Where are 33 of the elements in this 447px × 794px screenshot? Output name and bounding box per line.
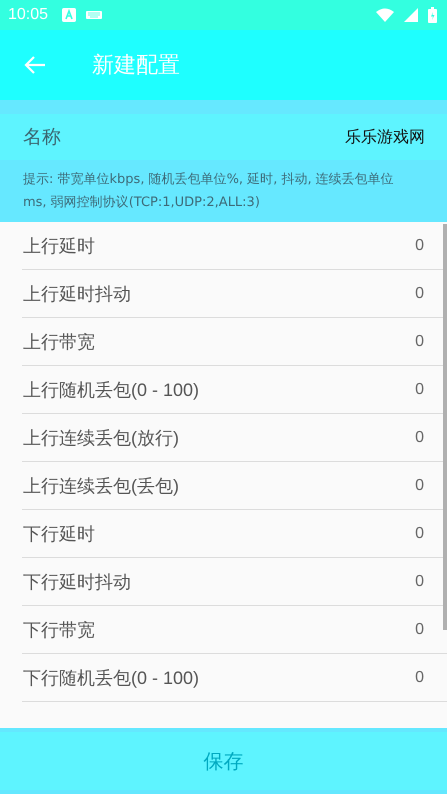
setting-value: 0 xyxy=(415,380,424,398)
screen-title: 新建配置 xyxy=(92,52,180,80)
hint-text: 提示: 带宽单位kbps, 随机丢包单位%, 延时, 抖动, 连续丢包单位ms, 弱网控制协议(TCP:1,UDP:2,ALL:3) xyxy=(0,160,447,222)
setting-label: 上行连续丢包(丢包) xyxy=(23,474,179,498)
setting-value: 0 xyxy=(415,524,424,542)
setting-label: 上行延时抖动 xyxy=(23,282,131,306)
clock-time: 10:05 xyxy=(8,6,48,24)
signal-icon xyxy=(404,8,418,22)
battery-icon xyxy=(428,7,437,23)
setting-value: 0 xyxy=(415,620,424,638)
setting-label: 上行随机丢包(0 - 100) xyxy=(23,378,200,402)
notification-icon xyxy=(62,8,76,22)
setting-value: 0 xyxy=(415,572,424,590)
setting-label: 下行随机丢包(0 - 100) xyxy=(23,666,200,690)
setting-label: 下行带宽 xyxy=(23,618,95,642)
setting-label: 上行连续丢包(放行) xyxy=(23,426,179,450)
wifi-icon xyxy=(376,8,394,22)
name-value: 乐乐游戏网 xyxy=(345,126,425,148)
name-row[interactable]: 名称 乐乐游戏网 xyxy=(0,114,447,160)
setting-row[interactable]: 下行随机丢包(0 - 100) 0 xyxy=(22,654,447,702)
setting-value: 0 xyxy=(415,476,424,494)
setting-value: 0 xyxy=(415,332,424,350)
setting-value: 0 xyxy=(415,668,424,686)
name-label: 名称 xyxy=(23,125,61,150)
setting-value: 0 xyxy=(415,428,424,446)
setting-label: 上行带宽 xyxy=(23,330,95,354)
back-arrow-icon xyxy=(24,56,46,74)
setting-value: 0 xyxy=(415,236,424,254)
setting-label: 上行延时 xyxy=(23,234,95,258)
setting-value: 0 xyxy=(415,284,424,302)
keyboard-icon xyxy=(86,11,102,19)
setting-label: 下行延时 xyxy=(23,522,95,546)
setting-label: 下行延时抖动 xyxy=(23,570,131,594)
